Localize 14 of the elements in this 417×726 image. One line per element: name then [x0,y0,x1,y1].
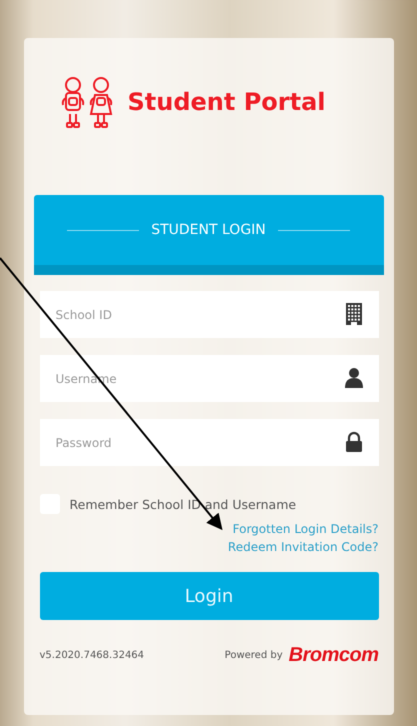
input-field[interactable]: Password [40,419,378,466]
powered-by-text: Powered by [224,650,283,661]
version-text: v5.2020.7468.32464 [40,650,144,661]
login-button[interactable]: Login [40,572,378,620]
company-logo: Bromcom [288,644,378,667]
lock-icon [344,431,362,453]
students-icon [60,76,114,128]
input-field[interactable]: School ID [40,291,378,338]
portal-title: Student Portal [128,88,326,116]
building-icon [344,303,362,325]
header-title: STUDENT LOGIN [151,222,266,238]
help-link[interactable]: Redeem Invitation Code? [228,540,378,554]
help-link[interactable]: Forgotten Login Details? [232,522,378,536]
user-icon [344,367,362,389]
